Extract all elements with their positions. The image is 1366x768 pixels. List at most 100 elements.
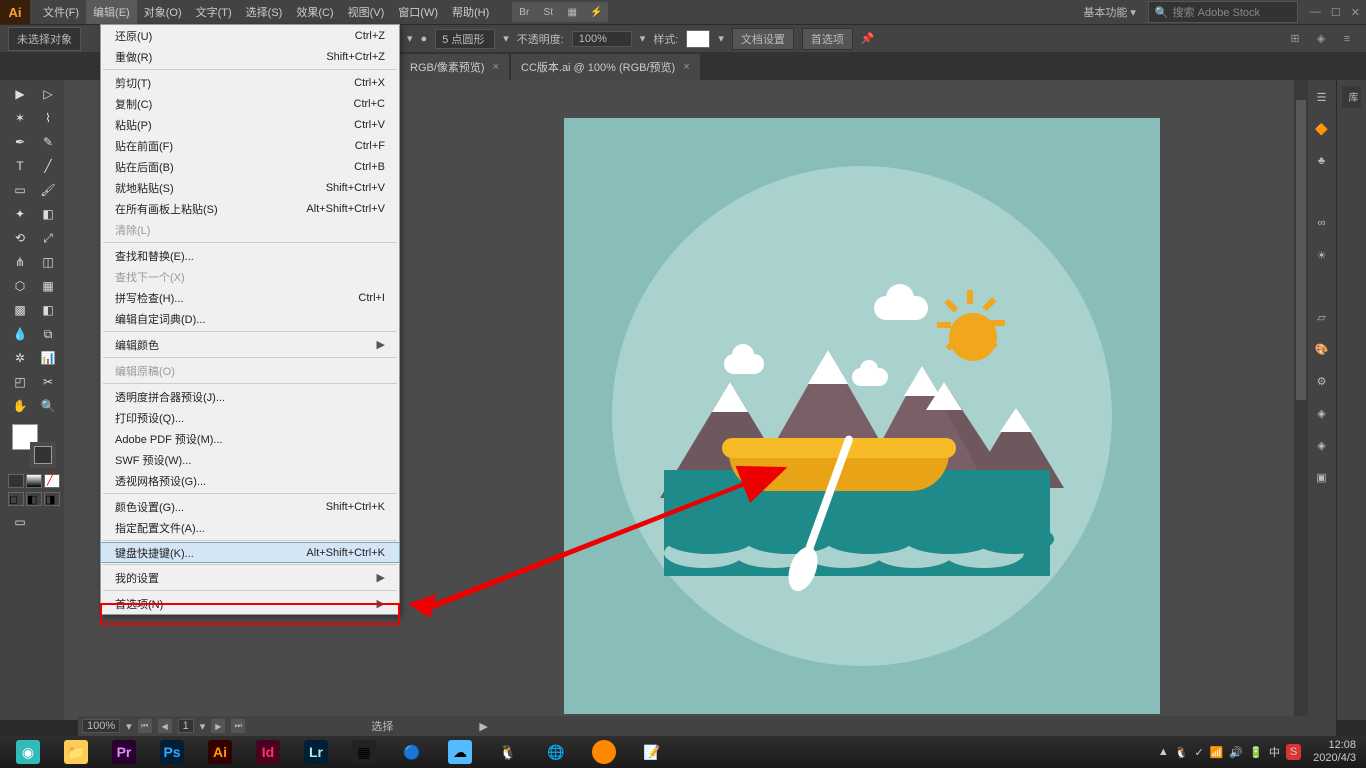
menu-编辑(E)[interactable]: 编辑(E): [86, 0, 137, 24]
artboards-icon[interactable]: ▣: [1311, 466, 1333, 488]
menu-item[interactable]: 编辑颜色▶: [101, 334, 399, 355]
workspace-switcher[interactable]: 基本功能 ▾: [1075, 2, 1144, 22]
line-tool[interactable]: ╱: [34, 154, 62, 178]
tab-close-icon[interactable]: ×: [493, 61, 499, 73]
shape-builder-tool[interactable]: ⬡: [6, 274, 34, 298]
document-tab[interactable]: RGB/像素预览)×: [400, 54, 509, 80]
menu-item[interactable]: 首选项(N)▶: [101, 593, 399, 614]
gpu-icon[interactable]: ⚡: [584, 2, 608, 22]
ime-icon[interactable]: S: [1286, 744, 1301, 760]
mesh-tool[interactable]: ▩: [6, 298, 34, 322]
menu-item[interactable]: 我的设置▶: [101, 567, 399, 588]
menu-item[interactable]: 颜色设置(G)...Shift+Ctrl+K: [101, 496, 399, 517]
shape-icon[interactable]: ▱: [1311, 306, 1333, 328]
pen-tool[interactable]: ✒: [6, 130, 34, 154]
artboard-tool[interactable]: ◰: [6, 370, 34, 394]
menu-item[interactable]: 贴在前面(F)Ctrl+F: [101, 135, 399, 156]
taskbar-app[interactable]: ▦: [341, 738, 387, 766]
symbols-icon[interactable]: ⚙: [1311, 370, 1333, 392]
width-tool[interactable]: ⋔: [6, 250, 34, 274]
taskbar-app[interactable]: 🔵: [389, 738, 435, 766]
taskbar-lr[interactable]: Lr: [293, 738, 339, 766]
perspective-tool[interactable]: ▦: [34, 274, 62, 298]
menu-icon[interactable]: ≡: [1336, 30, 1358, 48]
artboard-number[interactable]: 1: [178, 719, 194, 733]
hand-tool[interactable]: ✋: [6, 394, 34, 418]
draw-normal-icon[interactable]: ◻: [8, 492, 24, 506]
stroke-icon[interactable]: ◈: [1311, 402, 1333, 424]
menu-item[interactable]: 贴在后面(B)Ctrl+B: [101, 156, 399, 177]
menu-对象(O)[interactable]: 对象(O): [137, 0, 189, 24]
style-swatch[interactable]: [686, 30, 710, 48]
menu-选择(S)[interactable]: 选择(S): [239, 0, 290, 24]
symbol-sprayer-tool[interactable]: ✲: [6, 346, 34, 370]
next-artboard-icon[interactable]: ▶: [211, 719, 225, 733]
opacity-input[interactable]: 100%: [572, 31, 632, 47]
tray-up-icon[interactable]: ▲: [1158, 746, 1169, 758]
menu-item[interactable]: SWF 预设(W)...: [101, 449, 399, 470]
menu-item[interactable]: 复制(C)Ctrl+C: [101, 93, 399, 114]
menu-视图(V)[interactable]: 视图(V): [341, 0, 392, 24]
eraser-tool[interactable]: ◧: [34, 202, 62, 226]
type-tool[interactable]: T: [6, 154, 34, 178]
stock-icon[interactable]: St: [536, 2, 560, 22]
draw-behind-icon[interactable]: ◧: [26, 492, 42, 506]
menu-item[interactable]: 查找和替换(E)...: [101, 245, 399, 266]
first-artboard-icon[interactable]: ⏮: [138, 719, 152, 733]
taskbar-chrome[interactable]: 🌐: [533, 738, 579, 766]
menu-效果(C)[interactable]: 效果(C): [289, 0, 340, 24]
document-tab[interactable]: CC版本.ai @ 100% (RGB/预览)×: [511, 54, 700, 80]
rectangle-tool[interactable]: ▭: [6, 178, 34, 202]
selection-tool[interactable]: ▶: [6, 82, 34, 106]
color-icon[interactable]: 🔶: [1311, 118, 1333, 140]
menu-item[interactable]: 透明度拼合器预设(J)...: [101, 386, 399, 407]
menu-item[interactable]: 打印预设(Q)...: [101, 407, 399, 428]
tab-close-icon[interactable]: ×: [683, 61, 689, 73]
color-themes-icon[interactable]: ☀: [1311, 244, 1333, 266]
taskbar-notepad[interactable]: 📝: [629, 738, 675, 766]
arrange-icon[interactable]: ▦: [560, 2, 584, 22]
align-icon[interactable]: ⊞: [1284, 30, 1306, 48]
menu-item[interactable]: 就地粘贴(S)Shift+Ctrl+V: [101, 177, 399, 198]
taskbar-app[interactable]: ☁: [437, 738, 483, 766]
pin-icon[interactable]: 📌: [861, 32, 875, 45]
paintbrush-tool[interactable]: 🖌: [34, 178, 62, 202]
menu-item[interactable]: 还原(U)Ctrl+Z: [101, 25, 399, 46]
slice-tool[interactable]: ✂: [34, 370, 62, 394]
taskbar-id[interactable]: Id: [245, 738, 291, 766]
curvature-tool[interactable]: ✎: [34, 130, 62, 154]
cc-icon[interactable]: ∞: [1311, 212, 1333, 234]
doc-setup-button[interactable]: 文档设置: [732, 28, 794, 50]
menu-帮助(H)[interactable]: 帮助(H): [445, 0, 496, 24]
menu-item[interactable]: 在所有画板上粘贴(S)Alt+Shift+Ctrl+V: [101, 198, 399, 219]
zoom-input[interactable]: 100%: [82, 719, 120, 733]
shaper-tool[interactable]: ✦: [6, 202, 34, 226]
gradient-tool[interactable]: ◧: [34, 298, 62, 322]
menu-item[interactable]: 编辑自定词典(D)...: [101, 308, 399, 329]
maximize-icon[interactable]: ☐: [1331, 6, 1341, 19]
prefs-button[interactable]: 首选项: [802, 28, 853, 50]
menu-item[interactable]: Adobe PDF 预设(M)...: [101, 428, 399, 449]
brush-dropdown[interactable]: 5 点圆形: [435, 29, 495, 49]
system-tray[interactable]: ▲ 🐧✓📶🔊🔋中 S 12:08 2020/4/3: [1158, 739, 1362, 765]
gradient-mode-icon[interactable]: [26, 474, 42, 488]
transform-icon[interactable]: ◈: [1310, 30, 1332, 48]
vertical-scrollbar[interactable]: [1294, 80, 1308, 716]
lasso-tool[interactable]: ⌇: [34, 106, 62, 130]
free-transform-tool[interactable]: ◫: [34, 250, 62, 274]
menu-item[interactable]: 指定配置文件(A)...: [101, 517, 399, 538]
fill-stroke-swatch[interactable]: [12, 424, 56, 468]
scale-tool[interactable]: ⤢: [34, 226, 62, 250]
taskbar-app[interactable]: ◉: [5, 738, 51, 766]
direct-selection-tool[interactable]: ▷: [34, 82, 62, 106]
magic-wand-tool[interactable]: ✶: [6, 106, 34, 130]
properties-icon[interactable]: ☰: [1311, 86, 1333, 108]
menu-item[interactable]: 重做(R)Shift+Ctrl+Z: [101, 46, 399, 67]
last-artboard-icon[interactable]: ⏭: [231, 719, 245, 733]
search-stock-input[interactable]: 🔍 搜索 Adobe Stock: [1148, 1, 1298, 23]
menu-item[interactable]: 拼写检查(H)...Ctrl+I: [101, 287, 399, 308]
menu-文件(F)[interactable]: 文件(F): [36, 0, 86, 24]
taskbar-ai[interactable]: Ai: [197, 738, 243, 766]
bridge-icon[interactable]: Br: [512, 2, 536, 22]
menu-窗口(W)[interactable]: 窗口(W): [391, 0, 445, 24]
